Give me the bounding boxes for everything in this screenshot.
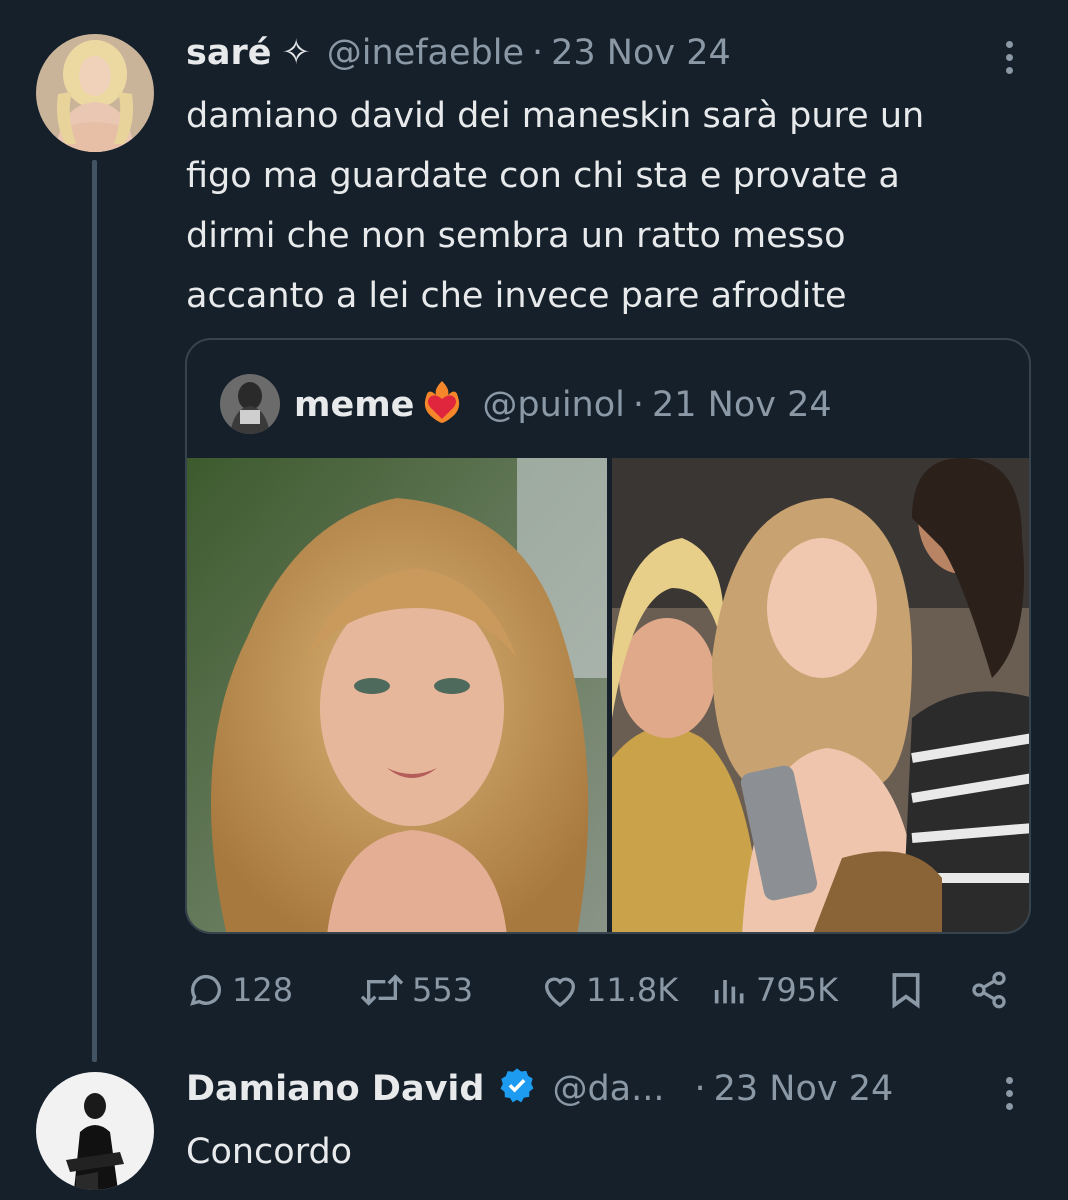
reply-icon <box>190 974 221 1006</box>
share-button[interactable] <box>968 960 1016 1020</box>
views-count: 795K <box>756 971 839 1009</box>
quoted-header-separator: · <box>632 385 645 425</box>
reply-author-avatar[interactable] <box>36 1072 154 1190</box>
author-name[interactable]: saré <box>186 33 271 73</box>
tweet-header: saré ✧ @inefaeble · 23 Nov 24 <box>186 28 731 78</box>
tweet-action-bar: 128 553 11.8K 795K <box>186 960 1026 1020</box>
like-icon <box>544 977 576 1008</box>
reply-more-options-icon[interactable] <box>994 1068 1024 1118</box>
thread-connector-line <box>92 160 97 1062</box>
repost-icon <box>360 974 404 1006</box>
like-count: 11.8K <box>586 971 679 1009</box>
views-icon <box>714 980 744 1004</box>
bookmark-button[interactable] <box>886 960 932 1020</box>
reply-header-separator: · <box>694 1069 706 1109</box>
more-options-icon[interactable] <box>994 32 1024 82</box>
quoted-author-avatar[interactable] <box>220 374 280 434</box>
reply-count: 128 <box>232 971 294 1009</box>
reply-author-name[interactable]: Damiano David <box>186 1069 484 1109</box>
quoted-author-handle[interactable]: @puinol <box>482 385 624 425</box>
header-separator: · <box>532 33 544 73</box>
reply-author-handle[interactable]: @da... <box>552 1069 664 1109</box>
tweet-text: damiano david dei maneskin sarà pure un … <box>186 96 925 316</box>
views-button[interactable]: 795K <box>710 960 838 1020</box>
heart-on-fire-icon <box>422 379 462 432</box>
author-avatar[interactable] <box>36 34 154 152</box>
reply-header: Damiano David @da... · 23 Nov 24 <box>186 1064 893 1114</box>
author-handle[interactable]: @inefaeble <box>327 33 524 73</box>
tweet-date[interactable]: 23 Nov 24 <box>551 33 731 73</box>
share-icon <box>972 971 1006 1009</box>
quoted-photo-group[interactable] <box>612 458 1029 932</box>
quoted-author-name[interactable]: meme <box>294 385 414 425</box>
reply-text: Concordo <box>186 1132 353 1172</box>
verified-badge-icon <box>498 1066 536 1113</box>
quoted-tweet-header: meme @puinol · 21 Nov 24 <box>294 380 832 430</box>
author-symbol: ✧ <box>281 33 311 73</box>
reply-date[interactable]: 23 Nov 24 <box>714 1069 894 1109</box>
repost-count: 553 <box>412 971 474 1009</box>
quoted-photo-portrait[interactable] <box>187 458 607 932</box>
reply-button[interactable]: 128 <box>186 960 293 1020</box>
like-button[interactable]: 11.8K <box>540 960 678 1020</box>
bookmark-icon <box>892 973 920 1009</box>
repost-button[interactable]: 553 <box>358 960 473 1020</box>
quoted-tweet-date[interactable]: 21 Nov 24 <box>652 385 832 425</box>
